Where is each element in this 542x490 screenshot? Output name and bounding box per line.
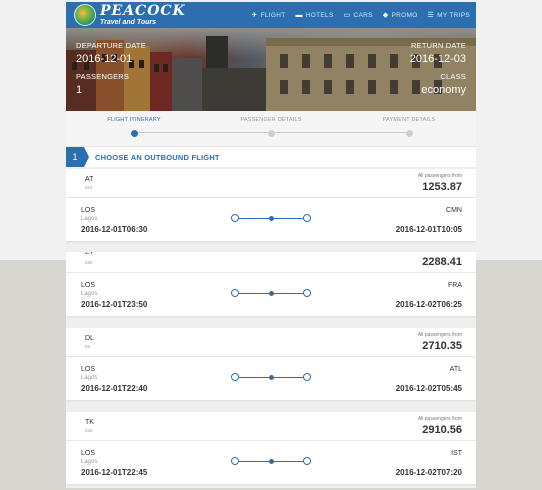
step-dot: [405, 130, 413, 137]
departure-date-value: 2016-12-01: [76, 53, 133, 65]
section-header: 1 CHOOSE AN OUTBOUND FLIGHT: [66, 147, 476, 167]
passengers-field: PASSENGERS 1: [76, 72, 130, 96]
arrival-time: 2016-12-02T05:45: [395, 384, 462, 393]
route-destination-dot: [303, 289, 311, 297]
peacock-logo-icon: [74, 4, 96, 26]
bed-icon: ▬: [295, 11, 303, 19]
arrival-time: 2016-12-02T07:20: [395, 468, 462, 477]
route-line-icon: [231, 214, 311, 222]
route-origin-dot: [231, 289, 239, 297]
route-destination-dot: [303, 373, 311, 381]
flight-number: 626: [85, 428, 93, 433]
nav-link-flight[interactable]: ✈ FLIGHT: [251, 11, 285, 20]
departure-time: 2016-12-01T06:30: [81, 225, 148, 234]
return-date-field: RETURN DATE 2016-12-03: [409, 41, 466, 65]
flight-price: 2710.35: [422, 340, 462, 352]
route-line-icon: [231, 457, 311, 465]
origin-code: LOS: [81, 207, 96, 214]
origin-city: Lagos: [81, 459, 98, 465]
route-mid-dot: [268, 459, 274, 464]
nav-link-my-trips[interactable]: ☰ MY TRIPS: [427, 11, 470, 20]
flight-number: 554: [85, 185, 93, 190]
step-flight-itinerary[interactable]: FLIGHT ITINERARY: [74, 117, 194, 137]
destination-code: CMN: [446, 207, 462, 214]
route-origin-dot: [231, 214, 239, 222]
price-label: All passengers from: [417, 173, 462, 179]
destination-code: FRA: [448, 282, 462, 289]
section-title: CHOOSE AN OUTBOUND FLIGHT: [95, 152, 220, 162]
hero-banner: DEPARTURE DATE 2016-12-01 RETURN DATE 20…: [66, 28, 476, 111]
destination-code: ATL: [449, 366, 462, 373]
step-payment-details[interactable]: PAYMENT DETAILS: [349, 117, 469, 137]
flight-price: 1253.87: [422, 181, 462, 193]
flight-card[interactable]: DL 55 All passengers from 2710.35 LOS La…: [66, 328, 476, 400]
airline-code: TK: [85, 419, 94, 426]
step-dot: [267, 130, 275, 137]
route-destination-dot: [303, 214, 311, 222]
route-mid-dot: [268, 216, 274, 221]
step-passenger-details[interactable]: PASSENGER DETAILS: [211, 117, 331, 137]
departure-time: 2016-12-01T22:45: [81, 468, 148, 477]
nav-links: ✈ FLIGHT ▬ HOTELS ▭ CARS ◆ PROMO ☰ MY TR…: [251, 11, 470, 20]
tag-icon: ◆: [382, 12, 389, 19]
route-line-icon: [231, 289, 311, 297]
plane-icon: ✈: [251, 12, 258, 19]
return-date-value: 2016-12-03: [409, 53, 466, 65]
arrival-time: 2016-12-01T10:05: [395, 225, 462, 234]
class-field: CLASS economy: [421, 72, 466, 96]
section-number-badge: 1: [66, 147, 89, 167]
price-label: All passengers from: [417, 332, 462, 338]
origin-city: Lagos: [81, 375, 98, 381]
flight-price: 2288.41: [422, 256, 462, 268]
nav-link-hotels[interactable]: ▬ HOTELS: [295, 11, 333, 19]
booking-steps: FLIGHT ITINERARY PASSENGER DETAILS PAYME…: [66, 111, 476, 147]
list-icon: ☰: [427, 12, 435, 19]
price-label: All passengers from: [417, 416, 462, 422]
route-mid-dot: [268, 291, 274, 296]
origin-city: Lagos: [81, 216, 98, 222]
flight-number: 569: [85, 260, 93, 265]
route-origin-dot: [231, 457, 239, 465]
airline-code: DL: [85, 335, 94, 342]
flight-card[interactable]: TK 626 All passengers from 2910.56 LOS L…: [66, 412, 476, 484]
class-value: economy: [421, 84, 466, 96]
step-dot: [130, 130, 138, 137]
flight-card[interactable]: ET 569 2288.41 LOS Lagos 2016-12-01T23:5…: [66, 252, 476, 316]
route-mid-dot: [268, 375, 274, 380]
destination-code: IST: [451, 450, 462, 457]
route-destination-dot: [303, 457, 311, 465]
departure-time: 2016-12-01T23:50: [81, 300, 148, 309]
origin-city: Lagos: [81, 291, 98, 297]
logo-subtitle: Travel and Tours: [100, 19, 157, 26]
nav-link-cars[interactable]: ▭ CARS: [343, 11, 373, 20]
departure-time: 2016-12-01T22:40: [81, 384, 148, 393]
flight-card[interactable]: AT 554 All passengers from 1253.87 LOS L…: [66, 169, 476, 241]
logo[interactable]: PEACOCK Travel and Tours: [74, 4, 186, 26]
airline-code: AT: [85, 176, 94, 183]
airline-code: ET: [85, 252, 94, 256]
flight-number: 55: [85, 344, 91, 349]
route-origin-dot: [231, 373, 239, 381]
passengers-value: 1: [76, 84, 83, 96]
logo-name: PEACOCK: [100, 3, 186, 19]
app-container: PEACOCK Travel and Tours ✈ FLIGHT ▬ HOTE…: [66, 2, 476, 488]
origin-code: LOS: [81, 366, 96, 373]
arrival-time: 2016-12-02T06:25: [395, 300, 462, 309]
origin-code: LOS: [81, 450, 96, 457]
flight-price: 2910.56: [422, 424, 462, 436]
car-icon: ▭: [343, 12, 351, 19]
origin-code: LOS: [81, 282, 96, 289]
departure-date-field: DEPARTURE DATE 2016-12-01: [76, 41, 146, 65]
route-line-icon: [231, 373, 311, 381]
top-navbar: PEACOCK Travel and Tours ✈ FLIGHT ▬ HOTE…: [66, 2, 476, 28]
nav-link-promo[interactable]: ◆ PROMO: [382, 11, 418, 20]
